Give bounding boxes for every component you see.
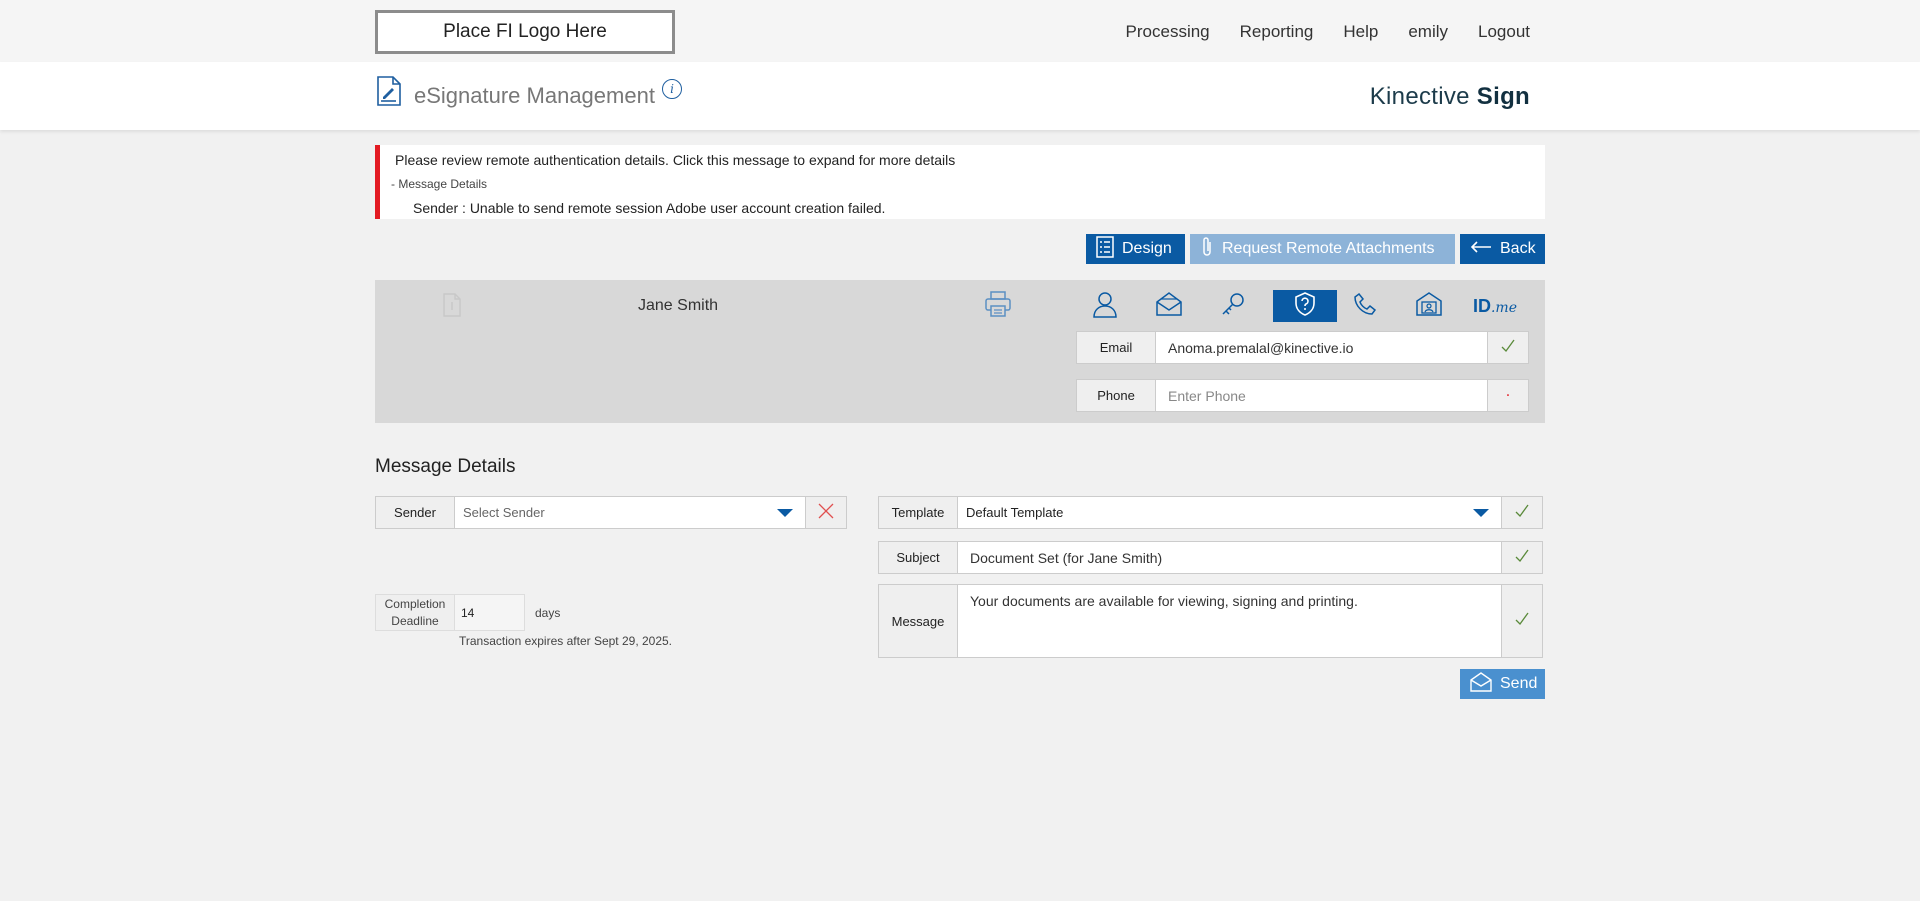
logo-placeholder: Place FI Logo Here	[375, 10, 675, 54]
auth-tab-key[interactable]	[1201, 290, 1265, 322]
checkmark-icon	[1514, 548, 1530, 568]
alert-toggle[interactable]: - Message Details	[391, 177, 487, 191]
paperclip-icon	[1200, 236, 1214, 263]
app-header: eSignature Management i Kinective Sign	[0, 62, 1920, 130]
back-label: Back	[1500, 240, 1536, 257]
checkmark-icon	[1514, 503, 1530, 523]
error-alert[interactable]: Please review remote authentication deta…	[375, 145, 1545, 219]
signer-panel: Jane Smith ID.me Email Anoma.premalal@ki…	[375, 280, 1545, 423]
sender-status	[806, 496, 847, 529]
template-status	[1502, 496, 1543, 529]
email-field[interactable]	[1156, 331, 1488, 364]
idme-label: ID	[1472, 295, 1491, 316]
nav-processing[interactable]: Processing	[1126, 22, 1210, 42]
alert-detail: Sender : Unable to send remote session A…	[413, 200, 886, 216]
phone-status: ·	[1488, 379, 1529, 412]
alert-message: Please review remote authentication deta…	[395, 152, 956, 168]
template-select-value: Default Template	[966, 505, 1064, 520]
document-icon	[442, 292, 462, 322]
nav-reporting[interactable]: Reporting	[1240, 22, 1314, 42]
auth-tab-person[interactable]	[1073, 290, 1137, 322]
brand-logo: Kinective Sign	[1370, 83, 1530, 111]
request-remote-attachments-button[interactable]: Request Remote Attachments	[1190, 234, 1455, 264]
email-label: Email	[1076, 331, 1156, 364]
auth-tab-id-card[interactable]	[1397, 290, 1461, 322]
message-label: Message	[878, 584, 958, 658]
nav-help[interactable]: Help	[1343, 22, 1378, 42]
subject-field[interactable]	[958, 541, 1502, 574]
expiry-note: Transaction expires after Sept 29, 2025.	[459, 634, 673, 648]
template-label: Template	[878, 496, 958, 529]
send-button[interactable]: Send	[1460, 669, 1545, 699]
completion-deadline-label: Completion Deadline	[375, 594, 455, 631]
auth-tab-phone[interactable]	[1333, 290, 1397, 322]
request-remote-label: Request Remote Attachments	[1222, 240, 1435, 257]
message-textarea[interactable]: Your documents are available for viewing…	[958, 584, 1502, 658]
checklist-icon	[1096, 235, 1114, 263]
person-icon	[1092, 290, 1118, 322]
shield-question-icon	[1292, 291, 1318, 321]
phone-label: Phone	[1076, 379, 1156, 412]
design-button[interactable]: Design	[1086, 234, 1185, 264]
signature-document-icon	[376, 75, 402, 111]
subject-status	[1502, 541, 1543, 574]
top-nav: Processing Reporting Help emily Logout	[1126, 22, 1530, 42]
sender-row: Sender Select Sender	[375, 496, 847, 529]
message-status	[1502, 584, 1543, 658]
idme-logo: ID.me	[1473, 296, 1517, 317]
key-icon	[1220, 291, 1246, 321]
top-bar: Place FI Logo Here Processing Reporting …	[0, 0, 1920, 62]
sender-select[interactable]: Select Sender	[455, 496, 806, 529]
template-row: Template Default Template	[878, 496, 1543, 529]
auth-tab-email[interactable]	[1137, 290, 1201, 322]
close-icon	[817, 502, 835, 524]
subject-row: Subject	[878, 541, 1543, 574]
info-icon[interactable]: i	[662, 79, 682, 99]
send-label: Send	[1500, 675, 1538, 692]
brand-light: Kinective	[1369, 83, 1470, 110]
nav-logout[interactable]: Logout	[1478, 22, 1530, 42]
message-row: Message Your documents are available for…	[878, 584, 1543, 658]
checkmark-icon	[1500, 338, 1516, 358]
subject-label: Subject	[878, 541, 958, 574]
brand-bold: Sign	[1476, 83, 1530, 110]
nav-user[interactable]: emily	[1408, 22, 1448, 42]
email-status	[1488, 331, 1529, 364]
phone-field[interactable]	[1156, 379, 1488, 412]
phone-row: Phone ·	[1076, 379, 1529, 412]
phone-icon	[1352, 291, 1378, 321]
deadline-label-line-2: Deadline	[391, 613, 439, 628]
mail-icon	[1155, 291, 1183, 321]
deadline-label-line-1: Completion	[384, 596, 446, 611]
chevron-down-icon	[777, 508, 793, 517]
checkmark-icon	[1514, 611, 1530, 631]
message-details-title: Message Details	[375, 456, 516, 477]
required-dot-icon: ·	[1505, 387, 1511, 404]
idme-suffix: .me	[1490, 299, 1517, 316]
printer-icon[interactable]	[984, 290, 1012, 322]
sender-select-value: Select Sender	[463, 505, 545, 520]
completion-deadline-input[interactable]	[455, 594, 525, 631]
design-label: Design	[1122, 240, 1172, 257]
chevron-down-icon	[1473, 508, 1489, 517]
arrow-left-icon	[1470, 240, 1492, 259]
send-mail-icon	[1470, 671, 1492, 697]
id-card-icon	[1415, 291, 1443, 321]
deadline-unit: days	[535, 606, 561, 620]
email-row: Email	[1076, 331, 1529, 364]
signer-name: Jane Smith	[638, 297, 719, 314]
template-select[interactable]: Default Template	[958, 496, 1502, 529]
auth-tab-security-question[interactable]	[1273, 290, 1337, 322]
sender-label: Sender	[375, 496, 455, 529]
deadline-label-text: Completion Deadline	[385, 596, 446, 630]
auth-tab-idme[interactable]: ID.me	[1463, 290, 1527, 322]
page-title: eSignature Management	[414, 83, 655, 108]
back-button[interactable]: Back	[1460, 234, 1545, 264]
